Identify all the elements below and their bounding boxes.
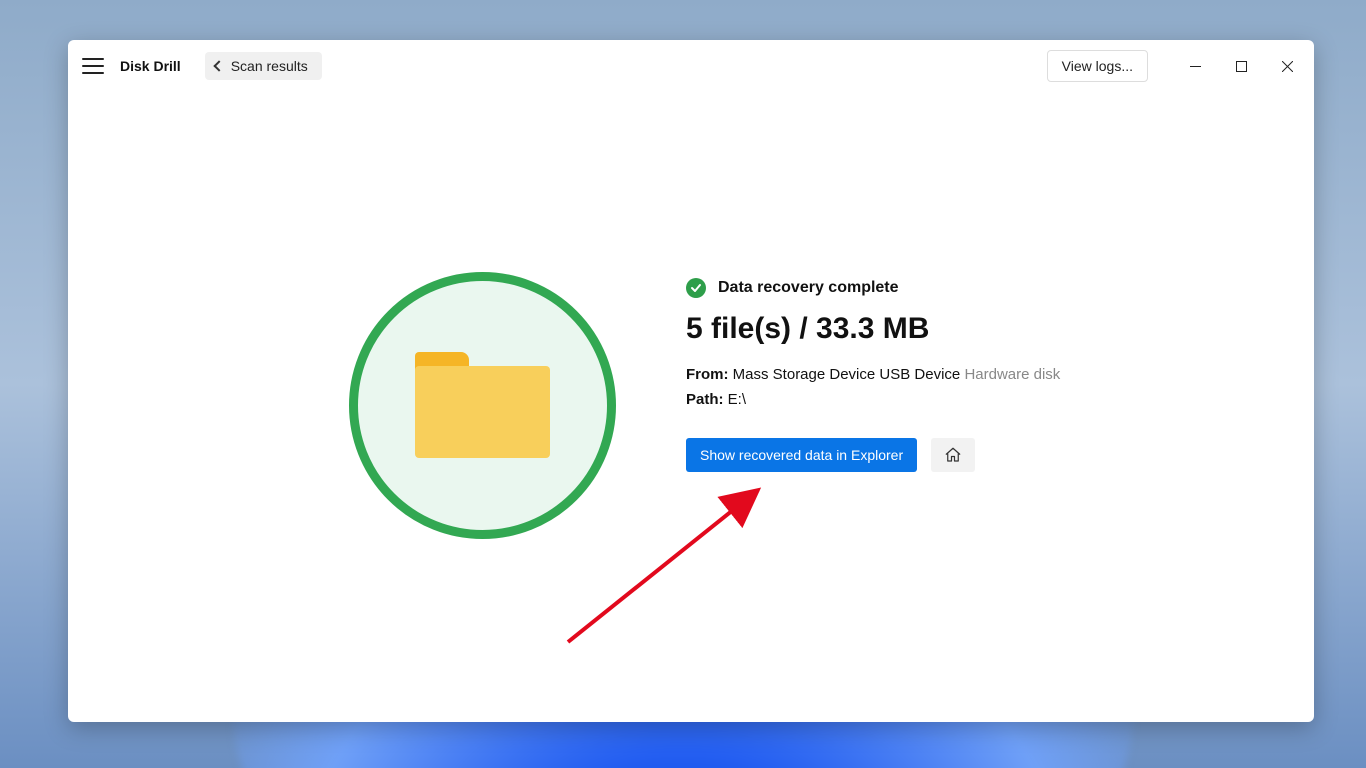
home-icon — [944, 446, 962, 464]
success-circle — [349, 272, 616, 539]
status-row: Data recovery complete — [686, 278, 1060, 298]
from-label: From: — [686, 366, 729, 383]
window-minimize-button[interactable] — [1172, 43, 1218, 89]
from-value: Mass Storage Device USB Device — [733, 366, 961, 383]
from-disk-type: Hardware disk — [964, 366, 1060, 383]
recovery-complete-hero: Data recovery complete 5 file(s) / 33.3 … — [349, 272, 1060, 539]
title-bar-left: Disk Drill Scan results — [82, 52, 322, 80]
view-logs-button[interactable]: View logs... — [1047, 50, 1148, 82]
hamburger-menu-icon[interactable] — [82, 58, 104, 74]
recovery-summary: 5 file(s) / 33.3 MB — [686, 312, 1060, 346]
breadcrumb-label: Scan results — [231, 58, 308, 74]
breadcrumb-scan-results[interactable]: Scan results — [205, 52, 322, 80]
title-bar: Disk Drill Scan results View logs... — [68, 40, 1314, 92]
window-maximize-button[interactable] — [1218, 43, 1264, 89]
app-window: Disk Drill Scan results View logs... — [68, 40, 1314, 722]
content-area: Data recovery complete 5 file(s) / 33.3 … — [68, 92, 1314, 722]
recovery-from: From: Mass Storage Device USB Device Har… — [686, 366, 1060, 383]
show-in-explorer-button[interactable]: Show recovered data in Explorer — [686, 438, 917, 472]
checkmark-icon — [686, 278, 706, 298]
recovery-path: Path: E:\ — [686, 391, 1060, 408]
path-label: Path: — [686, 391, 724, 408]
app-title: Disk Drill — [120, 58, 181, 74]
title-bar-right: View logs... — [1047, 43, 1310, 89]
folder-icon — [415, 352, 550, 460]
home-button[interactable] — [931, 438, 975, 472]
recovery-info: Data recovery complete 5 file(s) / 33.3 … — [686, 272, 1060, 472]
window-close-button[interactable] — [1264, 43, 1310, 89]
action-row: Show recovered data in Explorer — [686, 438, 1060, 472]
chevron-left-icon — [213, 60, 224, 71]
path-value: E:\ — [728, 391, 746, 408]
status-text: Data recovery complete — [718, 279, 899, 297]
